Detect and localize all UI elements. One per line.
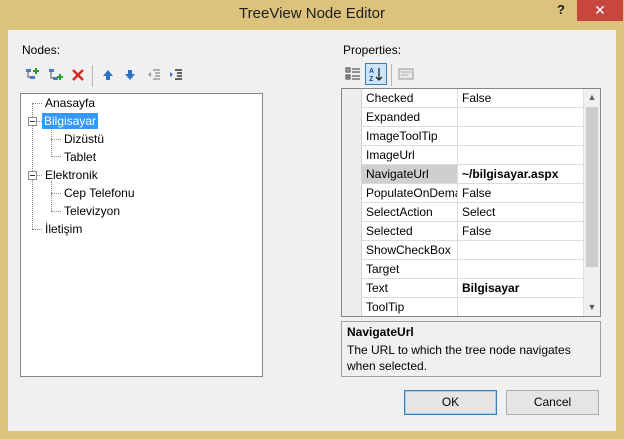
cancel-button[interactable]: Cancel — [506, 390, 599, 415]
categorized-icon — [345, 67, 360, 80]
scroll-up-arrow-icon[interactable]: ▲ — [584, 89, 600, 106]
tree-connector — [32, 103, 42, 104]
tree-connector — [32, 229, 42, 230]
outdent-icon — [148, 69, 160, 80]
property-value[interactable] — [458, 298, 584, 316]
property-grid-margin — [342, 89, 362, 316]
tree-node-cep-telefonu[interactable]: Cep Telefonu — [62, 185, 137, 201]
toolbar-separator — [92, 65, 93, 87]
property-grid[interactable]: Checked False Expanded ImageToolTip Imag… — [341, 88, 601, 317]
delete-node-button[interactable] — [68, 65, 88, 85]
svg-text:Z: Z — [369, 76, 374, 82]
description-text: The URL to which the tree node navigates… — [347, 343, 571, 373]
scrollbar-thumb[interactable] — [586, 107, 598, 267]
indent-button[interactable] — [166, 65, 186, 85]
property-value[interactable] — [458, 260, 584, 278]
property-name: Text — [362, 279, 458, 297]
property-name: Expanded — [362, 108, 458, 126]
alphabetical-icon: A Z — [369, 68, 383, 82]
indent-icon — [170, 69, 182, 80]
dialog-client-area: Nodes: Anasayfa Bilgisayar Dizüstü Table… — [8, 30, 616, 431]
dialog-window: TreeView Node Editor ? ✕ Nodes: Anasayfa… — [0, 0, 624, 439]
add-child-node-button[interactable] — [46, 65, 66, 85]
nodes-label: Nodes: — [22, 43, 61, 57]
property-value[interactable] — [458, 241, 584, 259]
tree-node-dizustu[interactable]: Dizüstü — [62, 131, 106, 147]
property-name: NavigateUrl — [362, 165, 458, 183]
help-button[interactable]: ? — [548, 0, 574, 22]
property-row-populateondemand[interactable]: PopulateOnDemand False — [362, 184, 584, 203]
property-row-showcheckbox[interactable]: ShowCheckBox — [362, 241, 584, 260]
property-row-navigateurl[interactable]: NavigateUrl ~/bilgisayar.aspx — [362, 165, 584, 184]
property-row-selected[interactable]: Selected False — [362, 222, 584, 241]
property-pages-button[interactable] — [396, 64, 416, 84]
property-value[interactable]: Bilgisayar — [458, 279, 584, 297]
tree-node-anasayfa[interactable]: Anasayfa — [43, 95, 97, 111]
property-value[interactable]: False — [458, 184, 584, 202]
toolbar-separator — [391, 64, 392, 86]
property-grid-scrollbar[interactable]: ▲ ▼ — [583, 89, 600, 316]
add-root-node-button[interactable] — [22, 65, 42, 85]
property-name: PopulateOnDemand — [362, 184, 458, 202]
tree-node-tablet[interactable]: Tablet — [62, 149, 98, 165]
svg-text:A: A — [369, 68, 374, 75]
collapse-toggle-bilgisayar[interactable] — [28, 117, 37, 126]
property-name: ToolTip — [362, 298, 458, 316]
property-row-imagetooltip[interactable]: ImageToolTip — [362, 127, 584, 146]
move-down-button[interactable] — [120, 65, 140, 85]
delete-icon — [72, 69, 84, 81]
property-value[interactable]: False — [458, 89, 584, 107]
tree-connector — [51, 193, 61, 194]
property-name: SelectAction — [362, 203, 458, 221]
move-down-icon — [125, 70, 135, 80]
title-bar[interactable]: TreeView Node Editor ? ✕ — [0, 0, 624, 30]
tree-node-bilgisayar[interactable]: Bilgisayar — [42, 113, 99, 129]
move-up-button[interactable] — [98, 65, 118, 85]
description-title: NavigateUrl — [347, 325, 414, 339]
property-row-tooltip[interactable]: ToolTip — [362, 298, 584, 316]
tree-connector — [51, 181, 52, 211]
tree-node-televizyon[interactable]: Televizyon — [62, 203, 122, 219]
tree-node-iletisim[interactable]: İletişim — [43, 221, 84, 237]
collapse-toggle-elektronik[interactable] — [28, 171, 37, 180]
outdent-button[interactable] — [144, 65, 164, 85]
property-value[interactable]: False — [458, 222, 584, 240]
tree-connector — [51, 156, 61, 157]
property-value[interactable]: Select — [458, 203, 584, 221]
property-value[interactable] — [458, 108, 584, 126]
property-name: Checked — [362, 89, 458, 107]
property-value[interactable]: ~/bilgisayar.aspx — [458, 165, 584, 183]
property-row-selectaction[interactable]: SelectAction Select — [362, 203, 584, 222]
property-row-checked[interactable]: Checked False — [362, 89, 584, 108]
categorized-button[interactable] — [343, 64, 363, 84]
property-name: ImageUrl — [362, 146, 458, 164]
property-row-imageurl[interactable]: ImageUrl — [362, 146, 584, 165]
tree-connector — [51, 211, 61, 212]
property-row-target[interactable]: Target — [362, 260, 584, 279]
scroll-down-arrow-icon[interactable]: ▼ — [584, 299, 600, 316]
property-name: Selected — [362, 222, 458, 240]
tree-node-elektronik[interactable]: Elektronik — [43, 167, 100, 183]
property-value[interactable] — [458, 146, 584, 164]
property-name: ImageToolTip — [362, 127, 458, 145]
property-description-panel: NavigateUrl The URL to which the tree no… — [341, 321, 601, 377]
property-row-text[interactable]: Text Bilgisayar — [362, 279, 584, 298]
close-button[interactable]: ✕ — [577, 0, 623, 21]
ok-button[interactable]: OK — [404, 390, 497, 415]
window-title: TreeView Node Editor — [239, 5, 385, 22]
alphabetical-button[interactable]: A Z — [365, 63, 387, 85]
tree-connector — [51, 139, 61, 140]
move-up-icon — [103, 70, 113, 80]
property-pages-icon — [398, 68, 414, 80]
nodes-tree[interactable]: Anasayfa Bilgisayar Dizüstü Tablet Elekt… — [20, 93, 263, 377]
tree-connector — [37, 175, 42, 176]
property-row-expanded[interactable]: Expanded — [362, 108, 584, 127]
property-value[interactable] — [458, 127, 584, 145]
add-root-icon — [26, 68, 39, 79]
tree-connector — [51, 127, 52, 155]
property-name: ShowCheckBox — [362, 241, 458, 259]
properties-label: Properties: — [343, 43, 402, 57]
property-name: Target — [362, 260, 458, 278]
add-child-icon — [49, 69, 63, 80]
